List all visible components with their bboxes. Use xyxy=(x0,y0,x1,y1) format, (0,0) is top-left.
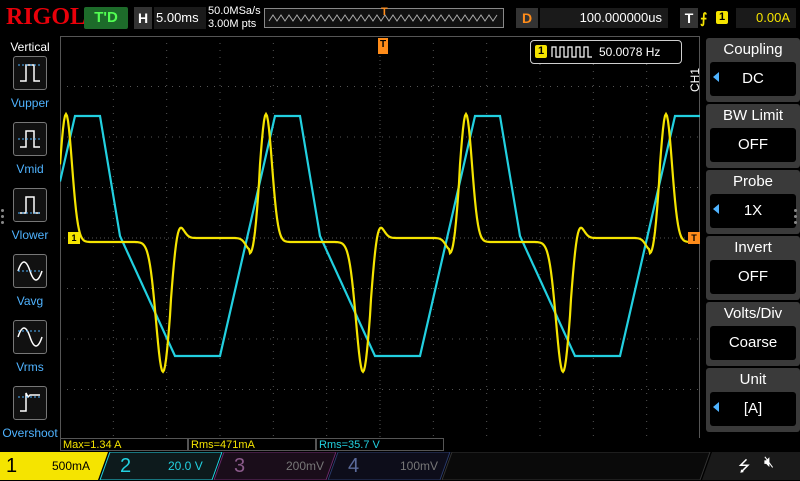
channel-number: 1 xyxy=(6,455,18,477)
arrow-left-icon xyxy=(713,72,719,82)
horizontal-label: H xyxy=(134,7,152,29)
channel-number: 4 xyxy=(348,455,360,477)
acquisition-info: 50.0MSa/s 3.00M pts xyxy=(208,5,261,31)
channel-3-button[interactable]: 3 200mV xyxy=(228,454,328,478)
delay-label: D xyxy=(516,8,538,28)
channel-bar: 1 500mA 2 20.0 V 3 200mV 4 100mV ⭍ 🔇︎ xyxy=(0,452,800,480)
arrow-left-icon xyxy=(713,204,719,214)
menu-title: Invert xyxy=(734,239,772,256)
waveform-display[interactable] xyxy=(60,36,700,440)
trigger-level-marker[interactable]: T xyxy=(688,232,700,244)
menu-bw-limit[interactable]: BW Limit OFF xyxy=(706,104,800,168)
delay-value[interactable]: 100.000000us xyxy=(540,8,668,28)
timebase-value[interactable]: 5.00ms xyxy=(154,7,206,29)
measurement-rms-ch2[interactable]: Rms=35.7 V xyxy=(316,438,444,451)
speaker-muted-icon[interactable]: 🔇︎ xyxy=(764,454,774,472)
menu-volts-div[interactable]: Volts/Div Coarse xyxy=(706,302,800,366)
menu-coupling[interactable]: Coupling DC xyxy=(706,38,800,102)
panel-title: Vertical xyxy=(10,40,50,54)
trigger-position-marker[interactable]: T xyxy=(378,38,388,54)
overshoot-icon xyxy=(13,386,47,420)
measure-label: Vavg xyxy=(16,294,44,308)
menu-value: Coarse xyxy=(710,326,796,360)
brand-logo: RIGOL xyxy=(6,4,87,30)
channel-menu: Coupling DC BW Limit OFF Probe 1X Invert… xyxy=(702,36,800,440)
measure-label: Overshoot xyxy=(2,426,58,440)
vmid-icon xyxy=(13,122,47,156)
frequency-counter[interactable]: 1 50.0078 Hz xyxy=(530,40,682,64)
measure-vlower[interactable]: Vlower xyxy=(0,188,60,250)
menu-value: [A] xyxy=(710,392,796,426)
channel-scale: 100mV xyxy=(400,459,439,473)
menu-title: Coupling xyxy=(723,41,783,58)
measure-vmid[interactable]: Vmid xyxy=(0,122,60,184)
menu-page-indicator xyxy=(794,206,797,227)
top-status-bar: RIGOL T'D H 5.00ms 50.0MSa/s 3.00M pts T… xyxy=(0,0,800,36)
measurement-max-ch1[interactable]: Max=1.34 A xyxy=(60,438,188,451)
measure-label: Vlower xyxy=(11,228,49,242)
channel-scale: 500mA xyxy=(52,459,91,473)
trigger-status-badge[interactable]: T'D xyxy=(84,7,128,29)
pulse-train-icon xyxy=(551,46,592,58)
measure-overshoot[interactable]: Overshoot xyxy=(0,386,60,448)
vlower-icon xyxy=(13,188,47,222)
usb-icon: ⭍ xyxy=(738,458,751,475)
menu-value: 1X xyxy=(710,194,796,228)
menu-title: Unit xyxy=(739,371,767,388)
vrms-icon xyxy=(13,320,47,354)
measure-vavg[interactable]: Vavg xyxy=(0,254,60,316)
channel-number: 3 xyxy=(234,455,246,477)
menu-title: BW Limit xyxy=(723,107,783,124)
channel-2-button[interactable]: 2 20.0 V xyxy=(114,454,214,478)
vupper-icon xyxy=(13,56,47,90)
rising-edge-icon: ⨍ xyxy=(700,10,708,26)
memory-depth: 3.00M pts xyxy=(208,18,257,30)
ch1-ground-marker[interactable]: 1 xyxy=(68,232,80,244)
memory-position-bar[interactable]: T xyxy=(264,6,504,28)
channel-number: 2 xyxy=(120,455,132,477)
channel-scale: 20.0 V xyxy=(168,459,203,473)
menu-title: Probe xyxy=(732,173,774,190)
trigger-level-value[interactable]: 0.00A xyxy=(736,8,796,28)
measure-label: Vmid xyxy=(16,162,44,176)
menu-probe[interactable]: Probe 1X xyxy=(706,170,800,234)
menu-invert[interactable]: Invert OFF xyxy=(706,236,800,300)
menu-value: DC xyxy=(710,62,796,96)
vavg-icon xyxy=(13,254,47,288)
menu-channel-label: CH1 xyxy=(688,68,702,93)
arrow-left-icon xyxy=(713,402,719,412)
memory-trigger-marker: T xyxy=(381,6,388,18)
measure-vrms[interactable]: Vrms xyxy=(0,320,60,382)
scroll-indicator xyxy=(0,206,6,227)
channel-4-button[interactable]: 4 100mV xyxy=(342,454,442,478)
menu-title: Volts/Div xyxy=(723,305,783,322)
measure-label: Vrms xyxy=(16,360,44,374)
menu-value: OFF xyxy=(710,260,796,294)
channel-1-button[interactable]: 1 500mA xyxy=(0,454,100,478)
sample-rate: 50.0MSa/s xyxy=(208,5,261,17)
trigger-source-badge: 1 xyxy=(716,11,728,24)
vertical-measure-panel: Vertical Vupper Vmid Vlower Vavg Vrms Ov xyxy=(0,36,60,440)
measurement-rms-ch1[interactable]: Rms=471mA xyxy=(188,438,316,451)
waveform-canvas xyxy=(60,36,700,440)
menu-value: OFF xyxy=(710,128,796,162)
trigger-label: T xyxy=(680,8,698,28)
channel-scale: 200mV xyxy=(286,459,325,473)
measure-vupper[interactable]: Vupper xyxy=(0,56,60,118)
menu-unit[interactable]: Unit [A] xyxy=(706,368,800,432)
measurement-bar: Max=1.34 A Rms=471mA Rms=35.7 V xyxy=(60,438,700,452)
measure-label: Vupper xyxy=(10,96,50,110)
freq-channel-badge: 1 xyxy=(535,45,547,58)
frequency-value: 50.0078 Hz xyxy=(599,45,661,59)
